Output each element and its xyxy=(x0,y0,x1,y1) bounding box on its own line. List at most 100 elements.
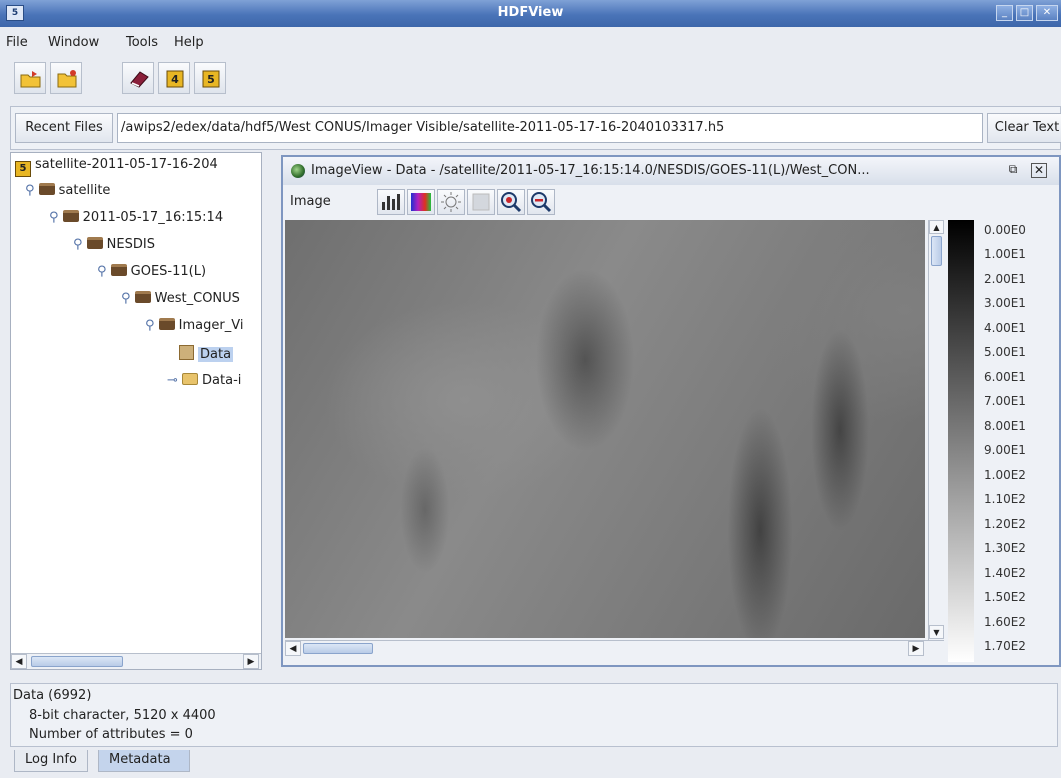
scroll-left-icon[interactable]: ◀ xyxy=(285,641,301,656)
folder-open-icon xyxy=(182,373,199,385)
tree-item-satellite[interactable]: ⚲ satellite xyxy=(25,181,110,201)
menu-image[interactable]: Image xyxy=(290,194,331,209)
folder-icon xyxy=(86,237,103,249)
tree-hscrollbar[interactable]: ◀ ▶ xyxy=(11,653,261,669)
tree-item-date[interactable]: ⚲ 2011-05-17_16:15:14 xyxy=(49,208,223,228)
users-guide-button[interactable] xyxy=(122,62,154,94)
menu-file[interactable]: File xyxy=(6,35,28,50)
maximize-button[interactable]: □ xyxy=(1016,5,1033,21)
folder-icon xyxy=(62,210,79,222)
tree-expand-icon[interactable]: ⚲ xyxy=(145,318,159,333)
palette-button[interactable] xyxy=(407,189,435,215)
image-hscrollbar[interactable]: ◀ ▶ xyxy=(285,640,944,656)
palette-value: 1.40E2 xyxy=(984,566,1026,580)
palette-value: 6.00E1 xyxy=(984,370,1026,384)
file-tree[interactable]: 5 satellite-2011-05-17-16-204 ⚲ satellite… xyxy=(10,152,262,670)
open-file-button[interactable] xyxy=(14,62,46,94)
folder-icon xyxy=(38,183,55,195)
zoom-in-icon xyxy=(501,192,522,213)
tree-item-data-info[interactable]: ⊸ Data-i xyxy=(167,371,241,391)
close-icon[interactable]: ✕ xyxy=(1031,163,1047,178)
image-view-toolbar: Image xyxy=(283,186,1059,218)
zoom-out-button[interactable] xyxy=(527,189,555,215)
palette-icon xyxy=(411,193,431,211)
tree-item-imager[interactable]: ⚲ Imager_Vi xyxy=(145,316,243,336)
scroll-right-icon[interactable]: ▶ xyxy=(243,654,259,669)
recent-files-button[interactable]: Recent Files xyxy=(15,113,113,143)
recent-files-path: /awips2/edex/data/hdf5/West CONUS/Imager… xyxy=(121,120,725,135)
new-file-button[interactable] xyxy=(50,62,82,94)
minimize-button[interactable]: _ xyxy=(996,5,1013,21)
hdf4-library-button[interactable]: 4 xyxy=(158,62,190,94)
palette-value: 4.00E1 xyxy=(984,321,1026,335)
palette-value: 1.50E2 xyxy=(984,590,1026,604)
menu-tools[interactable]: Tools xyxy=(126,35,158,50)
hdf5-library-icon: 5 xyxy=(202,70,220,88)
tree-item-nesdis[interactable]: ⚲ NESDIS xyxy=(73,235,155,255)
globe-icon xyxy=(291,164,305,178)
image-view-window: ImageView - Data - /satellite/2011-05-17… xyxy=(281,155,1061,667)
palette-value: 9.00E1 xyxy=(984,443,1026,457)
scroll-right-icon[interactable]: ▶ xyxy=(908,641,924,656)
tree-expand-icon[interactable]: ⚲ xyxy=(49,210,63,225)
menu-bar: File Window Tools Help xyxy=(0,32,1061,52)
status-type: 8-bit character, 5120 x 4400 xyxy=(29,708,216,723)
recent-files-bar: Recent Files /awips2/edex/data/hdf5/West… xyxy=(10,106,1061,150)
tree-expand-icon[interactable]: ⚲ xyxy=(97,264,111,279)
title-bar: 5 HDFView _ □ ✕ xyxy=(0,0,1061,27)
histogram-button[interactable] xyxy=(377,189,405,215)
tree-expand-icon[interactable]: ⚲ xyxy=(121,291,135,306)
tree-expand-icon[interactable]: ⚲ xyxy=(73,237,87,252)
users-guide-icon xyxy=(130,71,149,88)
tree-item-data[interactable]: Data xyxy=(179,345,234,365)
tree-collapse-icon[interactable]: ⊸ xyxy=(167,373,182,388)
palette-value: 0.00E0 xyxy=(984,223,1026,237)
new-file-icon xyxy=(57,70,77,88)
image-vscrollbar[interactable]: ▲ ▼ xyxy=(928,220,944,640)
clear-text-button[interactable]: Clear Text xyxy=(987,113,1061,143)
status-attributes: Number of attributes = 0 xyxy=(29,727,193,742)
metadata-panel: Data (6992) 8-bit character, 5120 x 4400… xyxy=(10,683,1058,747)
menu-window[interactable]: Window xyxy=(48,35,99,50)
window-title: HDFView xyxy=(497,5,564,20)
satellite-image[interactable] xyxy=(285,220,925,638)
image-view-title: ImageView - Data - /satellite/2011-05-17… xyxy=(311,163,870,178)
folder-icon xyxy=(134,291,151,303)
brightness-button[interactable] xyxy=(437,189,465,215)
palette-value: 1.00E2 xyxy=(984,468,1026,482)
scroll-left-icon[interactable]: ◀ xyxy=(11,654,27,669)
palette-value: 5.00E1 xyxy=(984,345,1026,359)
palette-value: 1.60E2 xyxy=(984,615,1026,629)
palette-value: 1.10E2 xyxy=(984,492,1026,506)
scrollbar-thumb[interactable] xyxy=(303,643,373,654)
tab-metadata[interactable]: Metadata xyxy=(98,750,190,772)
palette-value: 1.20E2 xyxy=(984,517,1026,531)
scroll-up-icon[interactable]: ▲ xyxy=(929,220,944,234)
tree-expand-icon[interactable]: ⚲ xyxy=(25,183,39,198)
menu-help[interactable]: Help xyxy=(174,35,204,50)
tree-item-goes[interactable]: ⚲ GOES-11(L) xyxy=(97,262,206,282)
palette-value: 8.00E1 xyxy=(984,419,1026,433)
zoom-out-icon xyxy=(531,192,552,213)
close-button[interactable]: ✕ xyxy=(1036,5,1058,21)
hdf5-file-icon: 5 xyxy=(15,161,31,177)
undock-icon[interactable]: ⧉ xyxy=(1005,163,1021,178)
scrollbar-thumb[interactable] xyxy=(31,656,123,667)
scrollbar-thumb[interactable] xyxy=(931,236,942,266)
tree-item-file[interactable]: 5 satellite-2011-05-17-16-204 xyxy=(15,155,218,177)
recent-files-combo[interactable]: /awips2/edex/data/hdf5/West CONUS/Imager… xyxy=(117,113,983,143)
svg-text:4: 4 xyxy=(171,73,179,86)
scroll-down-icon[interactable]: ▼ xyxy=(929,625,944,639)
tab-log-info[interactable]: Log Info xyxy=(14,750,88,772)
tree-item-west-conus[interactable]: ⚲ West_CONUS xyxy=(121,289,240,309)
histogram-icon xyxy=(382,194,400,210)
hdf5-library-button[interactable]: 5 xyxy=(194,62,226,94)
palette-colorbar xyxy=(948,220,974,662)
contour-button[interactable] xyxy=(467,189,495,215)
palette-value: 7.00E1 xyxy=(984,394,1026,408)
open-file-icon xyxy=(20,71,41,88)
image-view-titlebar[interactable]: ImageView - Data - /satellite/2011-05-17… xyxy=(283,157,1059,185)
palette-value: 1.30E2 xyxy=(984,541,1026,555)
zoom-in-button[interactable] xyxy=(497,189,525,215)
contour-icon xyxy=(472,193,490,211)
